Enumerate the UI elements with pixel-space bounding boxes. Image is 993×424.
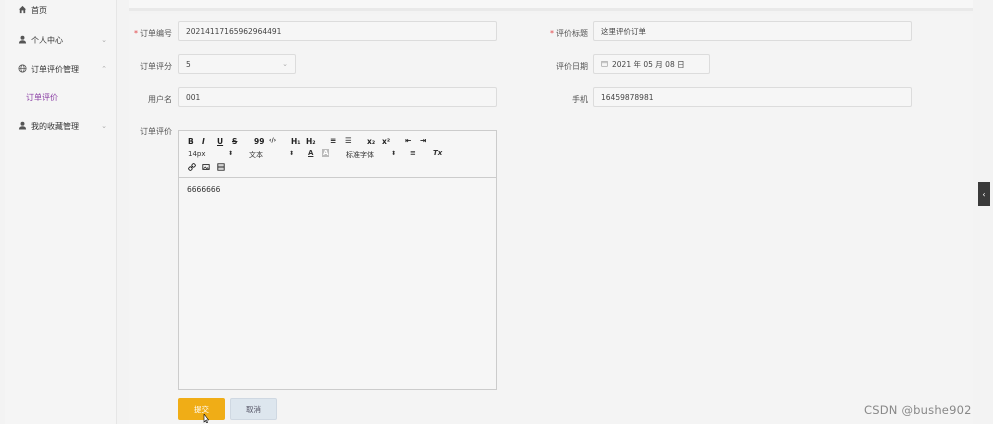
watermark: CSDN @bushe902 (864, 403, 972, 417)
font-size-select[interactable]: 14px (188, 150, 206, 158)
blockquote-button[interactable]: 99 (254, 137, 264, 146)
review-date-picker[interactable]: 2021 年 05 月 08 日 (593, 54, 710, 74)
home-icon (17, 5, 27, 16)
cancel-button[interactable]: 取消 (230, 398, 277, 420)
italic-button[interactable]: I (202, 137, 205, 146)
sidebar-item-home[interactable]: 首页 (5, 0, 117, 20)
required-mark: * (134, 29, 138, 38)
username-field[interactable]: 001 (178, 87, 497, 107)
select-arrows-icon: ⬍ (228, 150, 234, 157)
chevron-down-icon: ⌄ (101, 122, 107, 130)
review-title-value: 这里评价订单 (601, 26, 646, 36)
ordered-list-button[interactable]: ≡ (330, 136, 336, 145)
indent-button[interactable]: ⇥ (420, 136, 426, 145)
select-arrows-icon: ⬍ (289, 150, 295, 157)
sidebar-item-label: 个人中心 (31, 35, 63, 45)
sidebar-item-label: 订单评价管理 (31, 64, 79, 74)
sidebar-item-label: 我的收藏管理 (31, 121, 79, 131)
user-icon (17, 121, 27, 132)
clear-format-button[interactable]: Tx (433, 149, 442, 157)
text-style-select[interactable]: 文本 (249, 150, 263, 160)
code-block-button[interactable]: ‹/› (269, 137, 276, 144)
video-icon[interactable] (217, 163, 225, 173)
pointer-cursor-icon (203, 414, 209, 423)
outdent-button[interactable]: ⇤ (405, 136, 411, 145)
review-date-value: 2021 年 05 月 08 日 (612, 59, 685, 69)
rating-value: 5 (186, 59, 191, 69)
strike-button[interactable]: S (232, 137, 237, 146)
editor-toolbar: B I U S 99 ‹/› H₁ H₂ ≡ ☰ x₂ x² ⇤ ⇥ 14px … (179, 131, 496, 178)
review-title-label: * 评价标题 (545, 28, 588, 39)
rating-select[interactable]: 5 ⌄ (178, 54, 296, 74)
username-label: 用户名 (148, 95, 172, 104)
align-button[interactable]: ≡ (410, 149, 416, 157)
review-date-label: 评价日期 (556, 62, 588, 71)
top-bar (129, 0, 973, 11)
image-icon[interactable] (202, 163, 210, 173)
header2-button[interactable]: H₂ (306, 137, 316, 146)
label-text: 评价标题 (556, 29, 588, 38)
sidebar: 首页 个人中心 ⌄ 订单评价管理 ⌃ 订单评价 我的收藏管理 ⌄ (5, 0, 117, 424)
required-mark: * (550, 29, 554, 38)
subscript-button[interactable]: x₂ (367, 137, 375, 146)
submit-button[interactable]: 提交 (178, 398, 225, 420)
background-color-button[interactable]: A (322, 149, 330, 157)
sidebar-item-label: 首页 (31, 5, 47, 15)
sidebar-item-personal-center[interactable]: 个人中心 ⌄ (5, 30, 117, 50)
calendar-icon (601, 60, 608, 69)
review-title-field[interactable]: 这里评价订单 (593, 21, 912, 41)
bold-button[interactable]: B (188, 137, 194, 146)
rich-text-editor[interactable]: B I U S 99 ‹/› H₁ H₂ ≡ ☰ x₂ x² ⇤ ⇥ 14px … (178, 130, 497, 390)
select-arrows-icon: ⬍ (391, 150, 397, 157)
collapse-panel-button[interactable]: ‹ (978, 182, 990, 206)
sidebar-item-order-review-management[interactable]: 订单评价管理 ⌃ (5, 59, 117, 79)
superscript-button[interactable]: x² (382, 137, 390, 146)
phone-value: 16459878981 (601, 92, 654, 102)
user-icon (17, 35, 27, 46)
chevron-down-icon: ⌄ (282, 60, 288, 68)
bullet-list-button[interactable]: ☰ (345, 136, 352, 145)
sidebar-subitem-order-review[interactable]: 订单评价 (26, 92, 58, 103)
sidebar-item-favorites-management[interactable]: 我的收藏管理 ⌄ (5, 116, 117, 136)
globe-icon (17, 63, 27, 75)
underline-button[interactable]: U (217, 137, 223, 146)
rating-label: 订单评分 (140, 62, 172, 71)
username-value: 001 (186, 92, 201, 102)
phone-label: 手机 (572, 95, 588, 104)
label-text: 订单编号 (140, 29, 172, 38)
font-color-button[interactable]: A (308, 149, 313, 157)
order-no-field[interactable]: 20214117165962964491 (178, 21, 497, 41)
chevron-up-icon: ⌃ (101, 65, 107, 73)
editor-content[interactable]: 6666666 (187, 185, 220, 194)
order-no-label: * 订单编号 (130, 28, 172, 39)
order-no-value: 20214117165962964491 (186, 26, 282, 36)
review-label: 订单评价 (140, 127, 172, 136)
chevron-down-icon: ⌄ (101, 36, 107, 44)
phone-field[interactable]: 16459878981 (593, 87, 912, 107)
font-family-select[interactable]: 标准字体 (346, 150, 374, 160)
link-icon[interactable] (188, 163, 196, 173)
header1-button[interactable]: H₁ (291, 137, 301, 146)
